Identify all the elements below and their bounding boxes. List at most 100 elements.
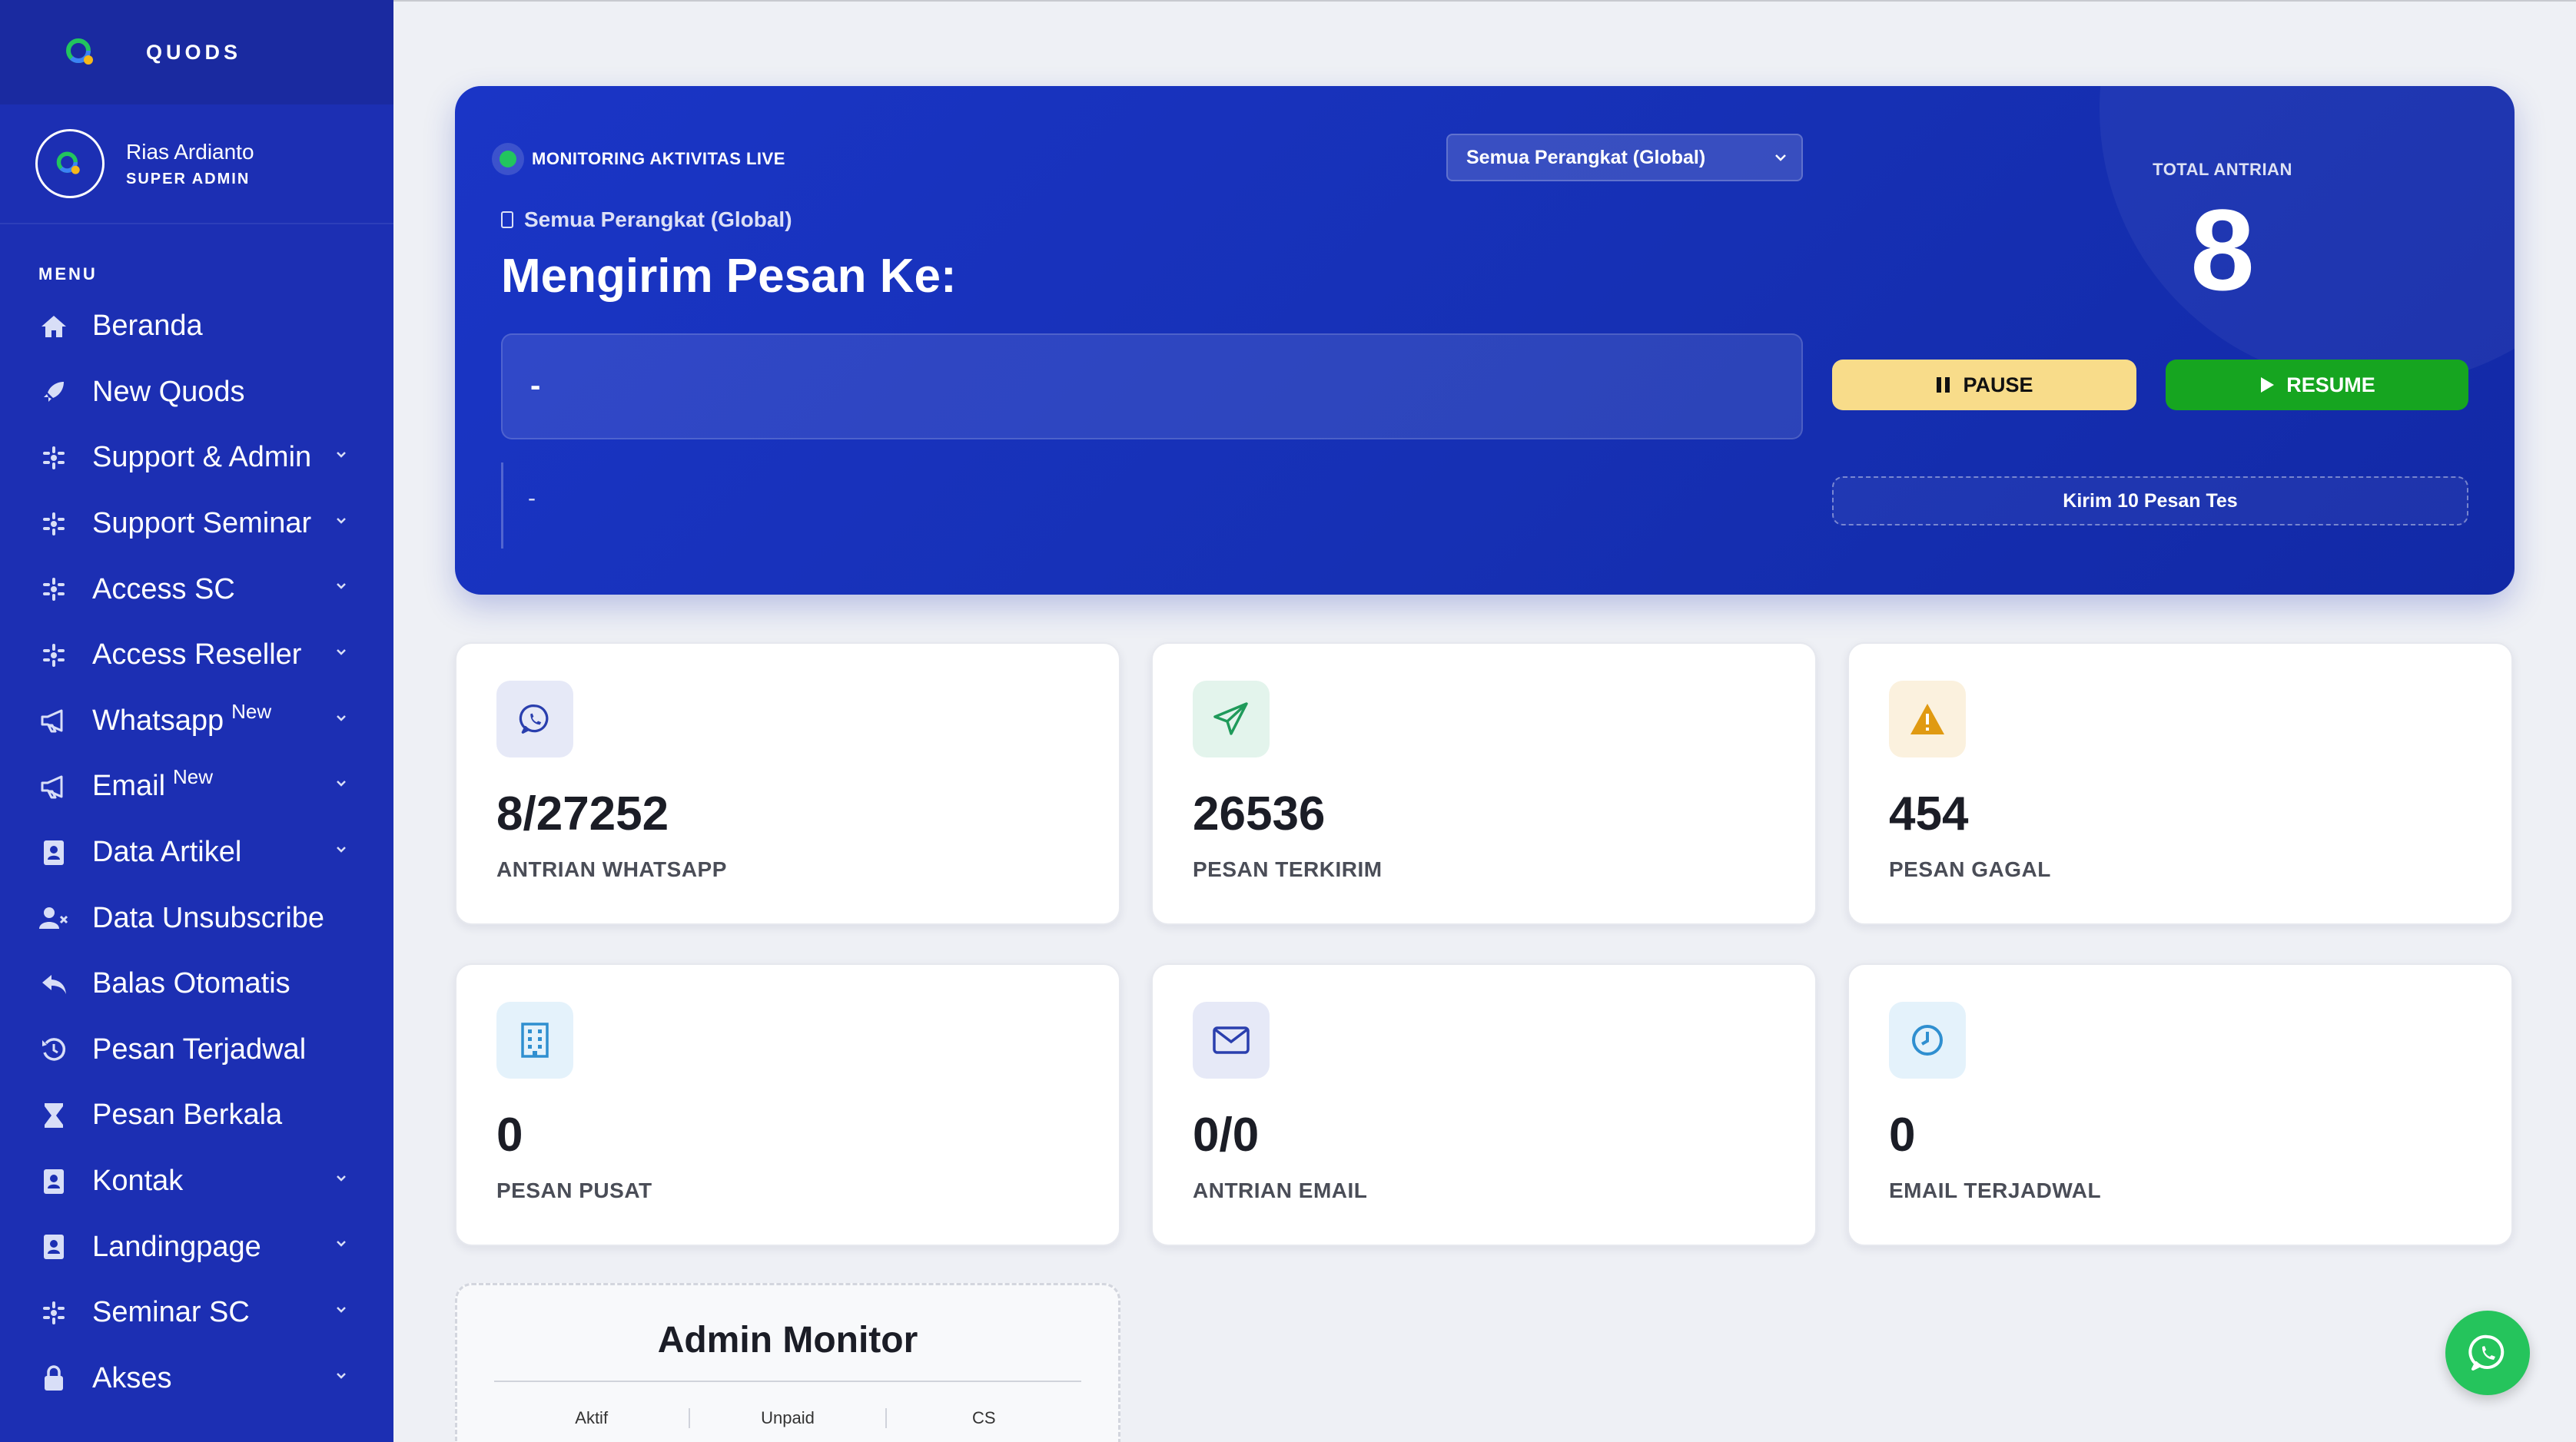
total-queue-label: TOTAL ANTRIAN [2153,160,2292,179]
building-icon [496,1002,573,1079]
chevron-down-icon[interactable] [335,581,347,595]
grid-icon [38,640,69,671]
stat-label: PESAN PUSAT [496,1178,652,1202]
new-badge: New [231,699,272,723]
resume-label: RESUME [2286,373,2375,396]
stat-card-antrian-email[interactable]: 0/0 ANTRIAN EMAIL [1151,963,1817,1246]
sidebar-item-label: Email [92,770,166,803]
grid-icon [38,574,69,605]
chevron-down-icon[interactable] [335,647,347,661]
clock-icon [1889,1002,1966,1079]
stat-card-pesan-gagal[interactable]: 454 PESAN GAGAL [1847,642,2513,925]
stat-card-email-terjadwal[interactable]: 0 EMAIL TERJADWAL [1847,963,2513,1246]
chevron-down-icon[interactable] [335,515,347,529]
chevron-down-icon[interactable] [335,1238,347,1252]
sidebar-item-whatsapp[interactable]: Whatsapp New [0,688,393,754]
hourglass-icon [38,1100,69,1131]
stat-value: 0 [496,1109,523,1162]
play-icon [2261,377,2275,393]
current-device: Semua Perangkat (Global) [501,207,792,232]
chevron-down-icon[interactable] [335,844,347,858]
quods-logo-icon [65,35,98,69]
paper-plane-icon [1193,681,1270,757]
menu-title: MENU [38,264,98,283]
sidebar-item-data-artikel[interactable]: Data Artikel [0,820,393,886]
sidebar-item-support-admin[interactable]: Support & Admin [0,425,393,491]
sidebar-item-label: Balas Otomatis [92,967,290,1000]
send-test-button[interactable]: Kirim 10 Pesan Tes [1832,476,2468,525]
stat-label: PESAN GAGAL [1889,857,2051,881]
stat-value: 454 [1889,787,1969,840]
sidebar-item-seminar-sc[interactable]: Seminar SC [0,1280,393,1346]
live-monitor-panel: MONITORING AKTIVITAS LIVE Semua Perangka… [455,86,2515,595]
stat-card-pesan-terkirim[interactable]: 26536 PESAN TERKIRIM [1151,642,1817,925]
chevron-down-icon[interactable] [335,1371,347,1384]
brand-header[interactable]: QUODS [0,0,393,104]
chevron-down-icon[interactable] [335,778,347,792]
sending-heading: Mengirim Pesan Ke: [501,250,957,303]
target-recipient: - [501,333,1803,439]
top-divider [393,0,2576,2]
live-dot-icon [492,143,524,175]
device-select[interactable]: Semua Perangkat (Global) [1446,134,1803,181]
sidebar-item-pesan-berkala[interactable]: Pesan Berkala [0,1082,393,1149]
chevron-down-icon[interactable] [335,713,347,727]
sidebar-item-email[interactable]: Email New [0,754,393,820]
sidebar-item-landingpage[interactable]: Landingpage [0,1214,393,1280]
stat-label: EMAIL TERJADWAL [1889,1178,2102,1202]
contact-book-icon [38,1232,69,1262]
sidebar-item-label: Landingpage [92,1230,261,1263]
megaphone-icon [38,705,69,736]
sidebar-item-new-quods[interactable]: New Quods [0,360,393,426]
stat-label: PESAN TERKIRIM [1193,857,1383,881]
lock-icon [38,1363,69,1394]
sidebar-item-label: Data Unsubscribe [92,901,325,934]
sidebar-item-beranda[interactable]: Beranda [0,293,393,360]
sidebar-item-support-seminar[interactable]: Support Seminar [0,491,393,557]
live-indicator: MONITORING AKTIVITAS LIVE [492,143,785,175]
column-header: CS [885,1408,1081,1428]
sidebar-item-label: Access Reseller [92,638,302,671]
sidebar-item-data-unsubscribe[interactable]: Data Unsubscribe [0,885,393,951]
chevron-down-icon[interactable] [335,1304,347,1318]
sidebar-item-label: Data Artikel [92,836,242,869]
admin-monitor: Admin Monitor Aktif Unpaid CS [455,1283,1120,1442]
chevron-down-icon[interactable] [335,1173,347,1187]
home-icon [38,311,69,342]
stat-card-pesan-pusat[interactable]: 0 PESAN PUSAT [455,963,1120,1246]
total-queue-value: 8 [2190,185,2255,314]
live-label: MONITORING AKTIVITAS LIVE [532,149,785,168]
sidebar-item-label: Akses [92,1361,172,1394]
reply-all-icon [38,969,69,999]
stat-value: 8/27252 [496,787,669,840]
message-preview: - [501,462,536,549]
sidebar-item-balas-otomatis[interactable]: Balas Otomatis [0,951,393,1017]
resume-button[interactable]: RESUME [2166,360,2468,410]
stat-label: ANTRIAN EMAIL [1193,1178,1368,1202]
stat-value: 0/0 [1193,1109,1260,1162]
grid-icon [38,1298,69,1328]
sidebar-item-label: Pesan Terjadwal [92,1033,307,1066]
whatsapp-icon [2468,1334,2505,1371]
sidebar-item-akses[interactable]: Akses [0,1346,393,1412]
envelope-icon [1193,1002,1270,1079]
device-select-value: Semua Perangkat (Global) [1466,146,1706,168]
sidebar-item-kontak[interactable]: Kontak [0,1149,393,1215]
sidebar-item-pesan-terjadwal[interactable]: Pesan Terjadwal [0,1017,393,1083]
sidebar-item-label: Kontak [92,1165,184,1198]
contact-book-icon [38,837,69,868]
pause-button[interactable]: PAUSE [1832,360,2136,410]
stat-card-antrian-whatsapp[interactable]: 8/27252 ANTRIAN WHATSAPP [455,642,1120,925]
sidebar-item-label: Access SC [92,572,235,605]
sidebar-item-label: Pesan Berkala [92,1099,283,1132]
column-header: Unpaid [689,1408,885,1428]
column-header: Aktif [575,1408,609,1427]
chevron-down-icon[interactable] [335,449,347,463]
sidebar-item-access-sc[interactable]: Access SC [0,556,393,622]
user-profile[interactable]: Rias Ardianto SUPER ADMIN [0,104,393,224]
sidebar-item-access-reseller[interactable]: Access Reseller [0,622,393,688]
history-icon [38,1034,69,1065]
current-device-label: Semua Perangkat (Global) [524,207,792,231]
sidebar-item-label: Support & Admin [92,441,312,474]
whatsapp-chat-button[interactable] [2445,1311,2530,1395]
